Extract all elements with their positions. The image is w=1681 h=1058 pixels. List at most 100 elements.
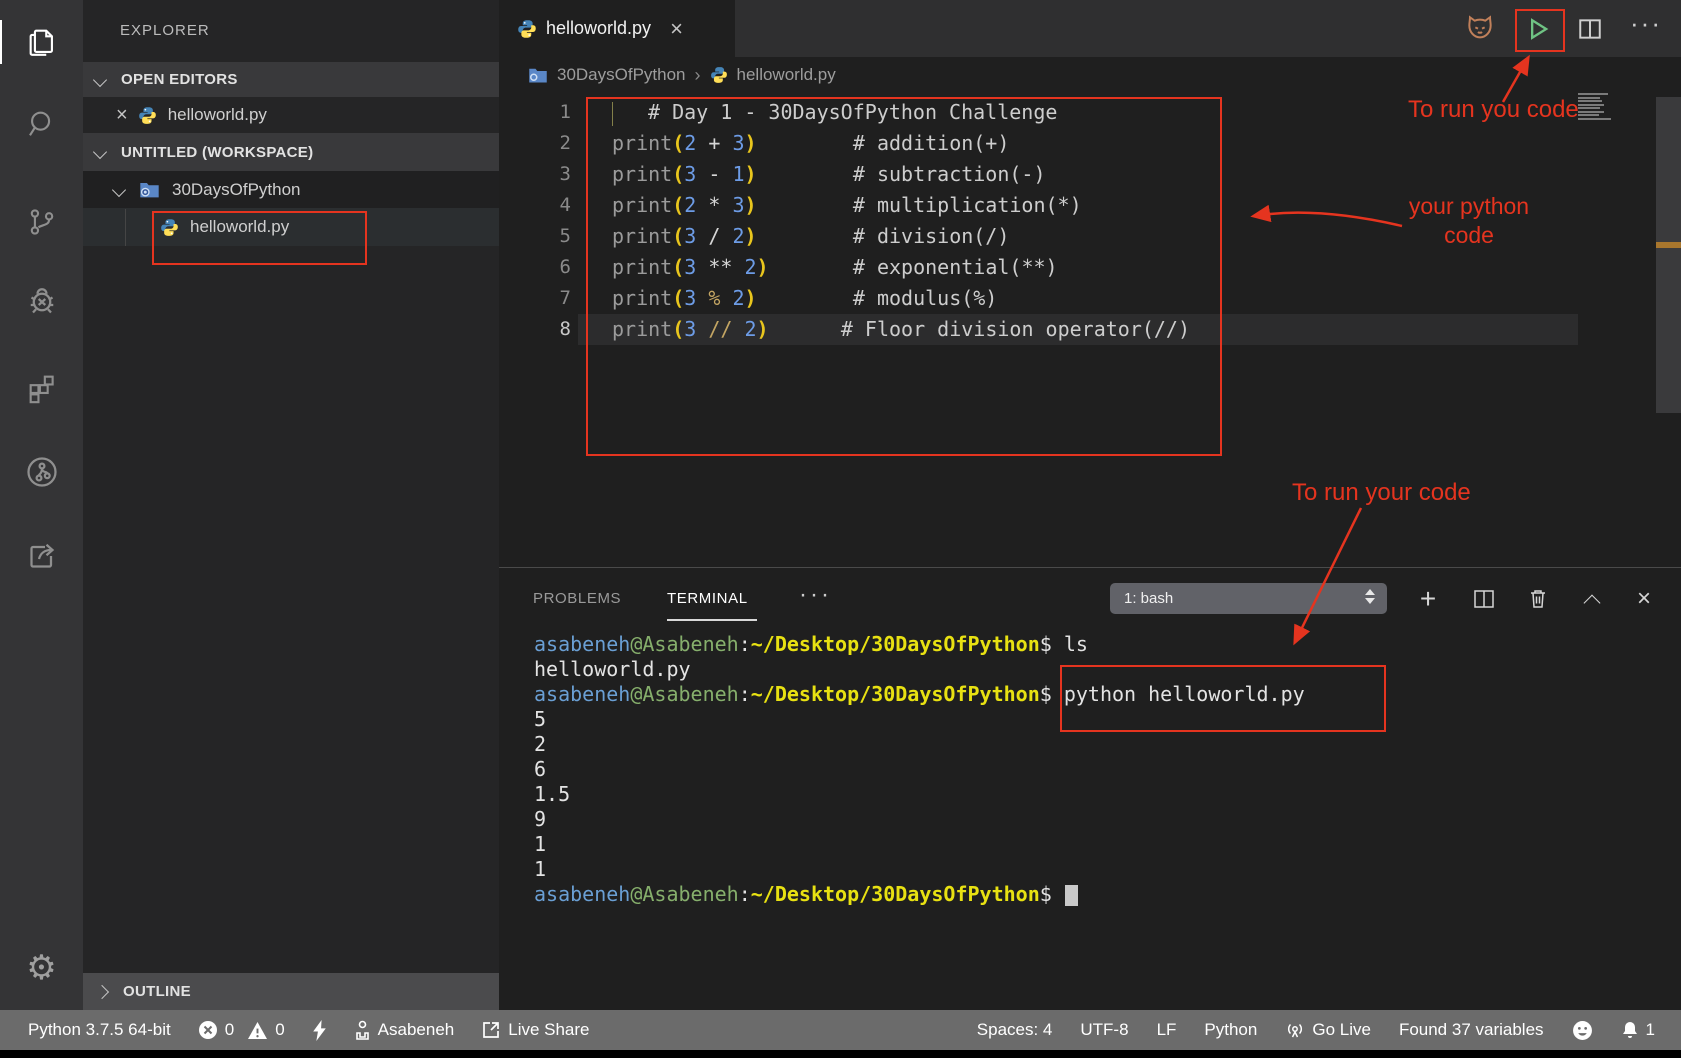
panel-top-border[interactable] [499, 567, 1681, 568]
line-number: 6 [499, 252, 571, 283]
tab-terminal[interactable]: TERMINAL [667, 590, 748, 607]
split-editor-icon[interactable] [1577, 17, 1603, 46]
settings-gear-icon[interactable]: ⚙ [0, 944, 83, 992]
run-button[interactable] [1524, 15, 1552, 48]
arrow-to-code [1254, 213, 1402, 226]
line-number: 8 [499, 314, 571, 345]
workspace-header[interactable]: UNTITLED (WORKSPACE) [83, 133, 499, 171]
file-label: helloworld.py [190, 217, 289, 237]
debug-icon[interactable] [0, 278, 83, 326]
annotation-run-top: To run you code [1408, 96, 1579, 124]
more-actions-icon[interactable]: ··· [1630, 8, 1662, 39]
encoding-item[interactable]: UTF-8 [1080, 1020, 1128, 1040]
outline-header[interactable]: OUTLINE [83, 973, 499, 1010]
python-interpreter-item[interactable]: Python 3.7.5 64-bit [28, 1020, 171, 1040]
open-editors-header[interactable]: OPEN EDITORS [83, 62, 499, 97]
line-number: 7 [499, 283, 571, 314]
terminal-line: asabeneh@Asabeneh:~/Desktop/30DaysOfPyth… [534, 882, 1305, 907]
account-item[interactable]: Asabeneh [354, 1020, 455, 1040]
terminal-line: 6 [534, 757, 1305, 782]
code-line[interactable]: # Day 1 - 30DaysOfPython Challenge [612, 97, 1057, 128]
explorer-icon[interactable] [0, 18, 83, 66]
source-control-icon[interactable] [0, 198, 83, 246]
tab-label: helloworld.py [546, 18, 651, 39]
eol-item[interactable]: LF [1157, 1020, 1177, 1040]
live-share-item[interactable]: Live Share [481, 1020, 589, 1040]
minimap[interactable] [1578, 93, 1622, 121]
person-icon [354, 1020, 371, 1040]
tree-indent-guide [125, 209, 126, 246]
pets-cat-icon[interactable] [1464, 13, 1496, 48]
close-icon[interactable]: × [116, 105, 128, 125]
close-panel-icon[interactable]: × [1628, 583, 1660, 614]
maximize-panel-icon[interactable] [1576, 583, 1608, 614]
kill-terminal-trash-icon[interactable] [1522, 583, 1554, 614]
chevron-down-icon [112, 182, 126, 196]
line-number: 5 [499, 221, 571, 252]
python-file-icon [710, 66, 728, 84]
terminal-line: 1 [534, 857, 1305, 882]
share-icon[interactable] [0, 532, 83, 580]
sidebar-title: EXPLORER [120, 22, 210, 39]
overview-ruler-marker [1656, 242, 1681, 248]
terminal-line: 1 [534, 832, 1305, 857]
terminal-line: 9 [534, 807, 1305, 832]
window-bottom-edge [0, 1050, 1681, 1058]
extensions-icon[interactable] [0, 364, 83, 412]
code-line[interactable]: print(2 * 3) # multiplication(*) [612, 190, 1082, 221]
line-number: 4 [499, 190, 571, 221]
workspace-label: UNTITLED (WORKSPACE) [121, 144, 313, 161]
notifications-item[interactable]: 1 [1621, 1020, 1655, 1040]
tab-close-icon[interactable]: × [670, 19, 683, 39]
shell-select[interactable]: 1: bash [1110, 583, 1387, 614]
search-icon[interactable] [0, 100, 83, 148]
feedback-smiley-item[interactable] [1572, 1020, 1593, 1041]
terminal-line: 5 [534, 707, 1305, 732]
line-number: 1 [499, 97, 571, 128]
new-terminal-icon[interactable]: + [1412, 583, 1444, 614]
code-line[interactable]: print(2 + 3) # addition(+) [612, 128, 1009, 159]
folder-label: 30DaysOfPython [172, 180, 301, 200]
go-live-item[interactable]: Go Live [1285, 1020, 1371, 1040]
python-file-icon [160, 218, 179, 237]
open-editor-file-label: helloworld.py [168, 105, 267, 125]
breadcrumb-separator: › [695, 65, 701, 86]
terminal-cursor [1065, 885, 1078, 906]
git-graph-icon[interactable] [0, 448, 83, 496]
code-line[interactable]: print(3 ** 2) # exponential(**) [612, 252, 1058, 283]
terminal-tab-underline [667, 619, 757, 621]
terminal-line: 1.5 [534, 782, 1305, 807]
editor-scrollbar[interactable] [1656, 97, 1681, 413]
tab-problems[interactable]: PROBLEMS [533, 590, 621, 607]
breadcrumb-file[interactable]: helloworld.py [737, 65, 836, 85]
problems-item[interactable]: 0 0 [198, 1020, 285, 1040]
folder-icon [139, 180, 160, 199]
live-share-icon [481, 1020, 501, 1040]
variables-item[interactable]: Found 37 variables [1399, 1020, 1544, 1040]
language-mode-item[interactable]: Python [1204, 1020, 1257, 1040]
activity-bar: ⚙ [0, 0, 83, 1010]
status-bar: Python 3.7.5 64-bit 0 0 Asabeneh Live Sh… [0, 1010, 1681, 1050]
open-editor-item[interactable]: × helloworld.py [83, 97, 499, 133]
bell-icon [1621, 1020, 1639, 1040]
code-line[interactable]: print(3 - 1) # subtraction(-) [612, 159, 1046, 190]
breadcrumb[interactable]: 30DaysOfPython › helloworld.py [499, 57, 1681, 93]
annotation-run-bottom: To run your code [1292, 479, 1471, 507]
file-row-helloworld[interactable]: helloworld.py [83, 208, 499, 246]
code-line[interactable]: print(3 / 2) # division(/) [612, 221, 1009, 252]
broadcast-icon [1285, 1020, 1305, 1040]
terminal-output[interactable]: asabeneh@Asabeneh:~/Desktop/30DaysOfPyth… [534, 632, 1305, 907]
folder-row-30daysofpython[interactable]: 30DaysOfPython [83, 171, 499, 208]
python-file-icon [138, 106, 157, 125]
terminal-line: 2 [534, 732, 1305, 757]
chevron-right-icon [95, 984, 109, 998]
code-line[interactable]: print(3 // 2) # Floor division operator(… [612, 314, 1190, 345]
breadcrumb-folder[interactable]: 30DaysOfPython [557, 65, 686, 85]
panel-more-icon[interactable]: ··· [799, 581, 832, 609]
indentation-item[interactable]: Spaces: 4 [977, 1020, 1053, 1040]
code-line[interactable]: print(3 % 2) # modulus(%) [612, 283, 997, 314]
terminal-line: asabeneh@Asabeneh:~/Desktop/30DaysOfPyth… [534, 682, 1305, 707]
feedback-lightning-item[interactable] [312, 1020, 327, 1041]
split-terminal-icon[interactable] [1468, 583, 1500, 614]
tab-helloworld[interactable]: helloworld.py × [499, 0, 735, 57]
